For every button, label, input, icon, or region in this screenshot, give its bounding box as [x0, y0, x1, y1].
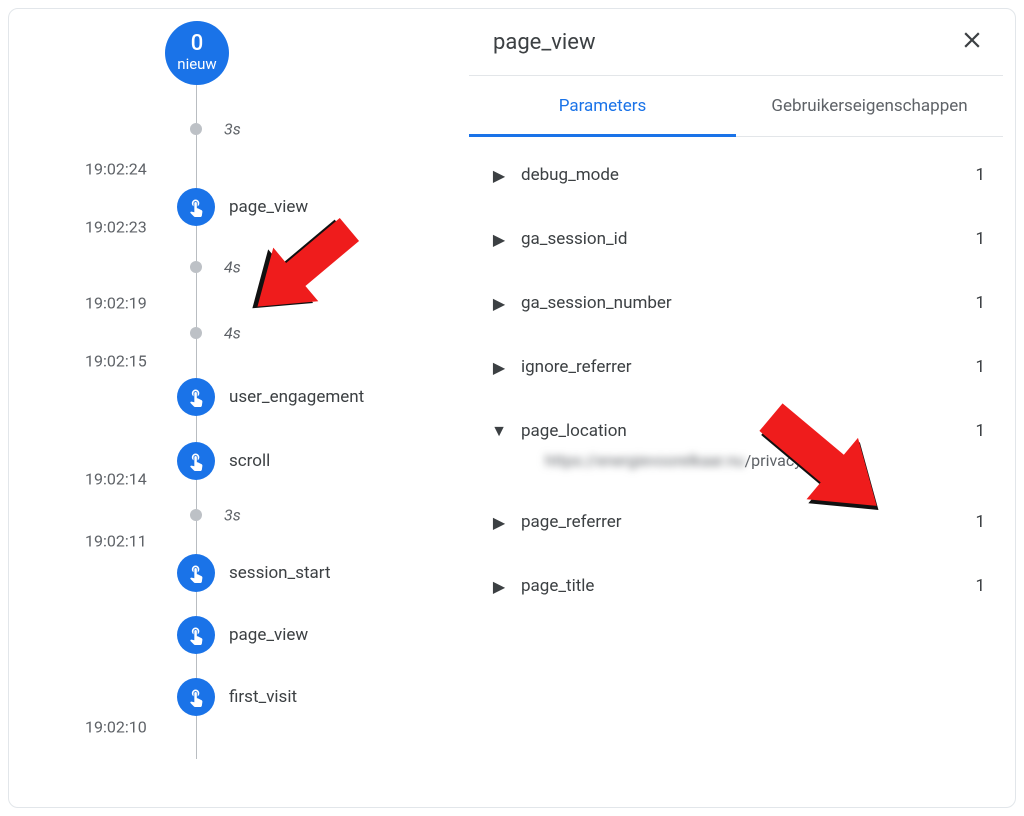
- expand-icon: ▶: [491, 358, 507, 377]
- event-detail-panel: page_view Parameters Gebruikerseigenscha…: [469, 9, 1015, 807]
- param-value: 1: [975, 165, 985, 185]
- page-location-url: https://energievoorelkaar.nu/privacybele…: [489, 451, 997, 490]
- parameters-list: ▶ debug_mode 1 ▶ ga_session_id 1 ▶ ga_se…: [469, 137, 1003, 618]
- param-value: 1: [975, 576, 985, 596]
- event-timeline: 0 nieuw 3s 19:02:24 page_view 19:02:23 4…: [9, 9, 469, 807]
- timeline-dot: [190, 123, 202, 135]
- event-page-view[interactable]: page_view: [177, 188, 308, 226]
- timestamp: 19:02:23: [85, 218, 147, 237]
- param-name: ignore_referrer: [521, 357, 961, 377]
- param-row-page-referrer[interactable]: ▶ page_referrer 1: [489, 490, 997, 554]
- event-icon-circle: [177, 616, 215, 654]
- timestamp: 19:02:11: [85, 532, 147, 551]
- touch-icon: [186, 451, 206, 471]
- expand-icon: ▶: [491, 513, 507, 532]
- new-events-badge[interactable]: 0 nieuw: [165, 21, 229, 85]
- new-label: nieuw: [177, 55, 216, 73]
- event-icon-circle: [177, 678, 215, 716]
- param-name: ga_session_id: [521, 229, 961, 249]
- new-count: 0: [191, 33, 204, 55]
- collapse-icon: ▼: [491, 421, 507, 441]
- event-first-visit[interactable]: first_visit: [177, 678, 297, 716]
- touch-icon: [186, 387, 206, 407]
- delay-label: 4s: [224, 324, 241, 343]
- touch-icon: [186, 625, 206, 645]
- param-name: debug_mode: [521, 165, 961, 185]
- timestamp: 19:02:14: [85, 470, 147, 489]
- timeline-dot: [190, 261, 202, 273]
- event-session-start[interactable]: session_start: [177, 554, 331, 592]
- event-icon-circle: [177, 554, 215, 592]
- timestamp: 19:02:19: [85, 294, 147, 313]
- delay-label: 3s: [224, 506, 241, 525]
- debugview-card: 0 nieuw 3s 19:02:24 page_view 19:02:23 4…: [8, 8, 1016, 808]
- event-scroll[interactable]: scroll: [177, 442, 270, 480]
- event-icon-circle: [177, 442, 215, 480]
- touch-icon: [186, 687, 206, 707]
- close-button[interactable]: [959, 27, 985, 57]
- detail-tabs: Parameters Gebruikerseigenschappen: [469, 76, 1003, 137]
- panel-header: page_view: [469, 9, 1003, 76]
- param-value: 1: [975, 512, 985, 532]
- url-clear-part: /privacybeleid/: [745, 451, 852, 470]
- param-name: page_location: [521, 421, 961, 441]
- expand-icon: ▶: [491, 230, 507, 249]
- param-row-ga-session-number[interactable]: ▶ ga_session_number 1: [489, 271, 997, 335]
- url-blurred-part: https://energievoorelkaar.nu: [545, 451, 745, 470]
- timeline-dot: [190, 327, 202, 339]
- event-label: scroll: [229, 451, 270, 471]
- param-row-page-location[interactable]: ▼ page_location 1: [489, 399, 997, 451]
- timestamp: 19:02:24: [85, 160, 147, 179]
- timeline-axis: [196, 79, 197, 759]
- timestamp: 19:02:15: [85, 352, 147, 371]
- param-name: page_referrer: [521, 512, 961, 532]
- expand-icon: ▶: [491, 294, 507, 313]
- tab-parameters[interactable]: Parameters: [469, 76, 736, 137]
- param-name: ga_session_number: [521, 293, 961, 313]
- param-row-debug-mode[interactable]: ▶ debug_mode 1: [489, 143, 997, 207]
- event-icon-circle: [177, 378, 215, 416]
- event-label: page_view: [229, 625, 308, 645]
- event-page-view-2[interactable]: page_view: [177, 616, 308, 654]
- panel-title: page_view: [493, 30, 595, 55]
- timeline-dot: [190, 509, 202, 521]
- event-label: first_visit: [229, 687, 297, 707]
- touch-icon: [186, 563, 206, 583]
- expand-icon: ▶: [491, 577, 507, 596]
- param-row-ignore-referrer[interactable]: ▶ ignore_referrer 1: [489, 335, 997, 399]
- delay-label: 3s: [224, 120, 241, 139]
- touch-icon: [186, 197, 206, 217]
- event-label: page_view: [229, 197, 308, 217]
- event-label: user_engagement: [229, 387, 364, 407]
- timestamp: 19:02:10: [85, 718, 147, 737]
- expand-icon: ▶: [491, 166, 507, 185]
- param-row-ga-session-id[interactable]: ▶ ga_session_id 1: [489, 207, 997, 271]
- param-value: 1: [975, 293, 985, 313]
- event-icon-circle: [177, 188, 215, 226]
- param-value: 1: [975, 229, 985, 249]
- tab-user-properties[interactable]: Gebruikerseigenschappen: [736, 76, 1003, 136]
- delay-label: 4s: [224, 258, 241, 277]
- param-name: page_title: [521, 576, 961, 596]
- event-label: session_start: [229, 563, 331, 583]
- event-user-engagement[interactable]: user_engagement: [177, 378, 364, 416]
- close-icon: [959, 27, 985, 53]
- param-value: 1: [975, 357, 985, 377]
- param-row-page-title[interactable]: ▶ page_title 1: [489, 554, 997, 618]
- param-value: 1: [975, 421, 985, 441]
